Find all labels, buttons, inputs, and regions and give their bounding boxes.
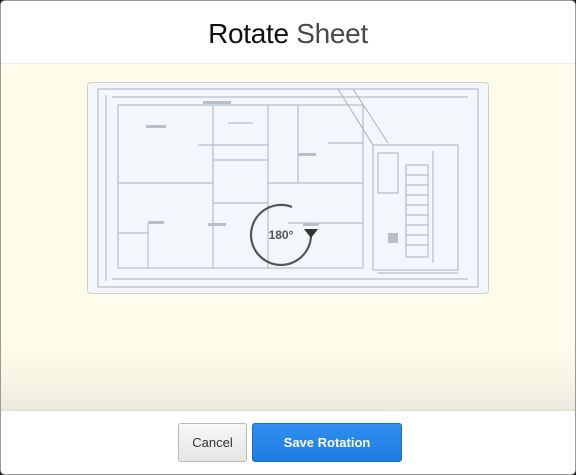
dialog-title-secondary: Sheet [296,18,368,49]
dialog-title-primary: Rotate [208,18,289,49]
save-rotation-button[interactable]: Save Rotation [252,423,402,462]
dialog-body: 180° [1,64,575,410]
rotate-clockwise-icon: 180° [248,202,318,272]
rotate-sheet-dialog: Rotate Sheet 180° Cancel Save Rotation [0,0,576,475]
cancel-button[interactable]: Cancel [178,423,247,462]
dialog-header: Rotate Sheet [1,1,575,64]
dialog-footer: Cancel Save Rotation [1,410,575,474]
rotation-degrees-label: 180° [268,228,294,242]
sheet-preview[interactable]: 180° [87,82,489,294]
dialog-title: Rotate Sheet [208,18,368,50]
